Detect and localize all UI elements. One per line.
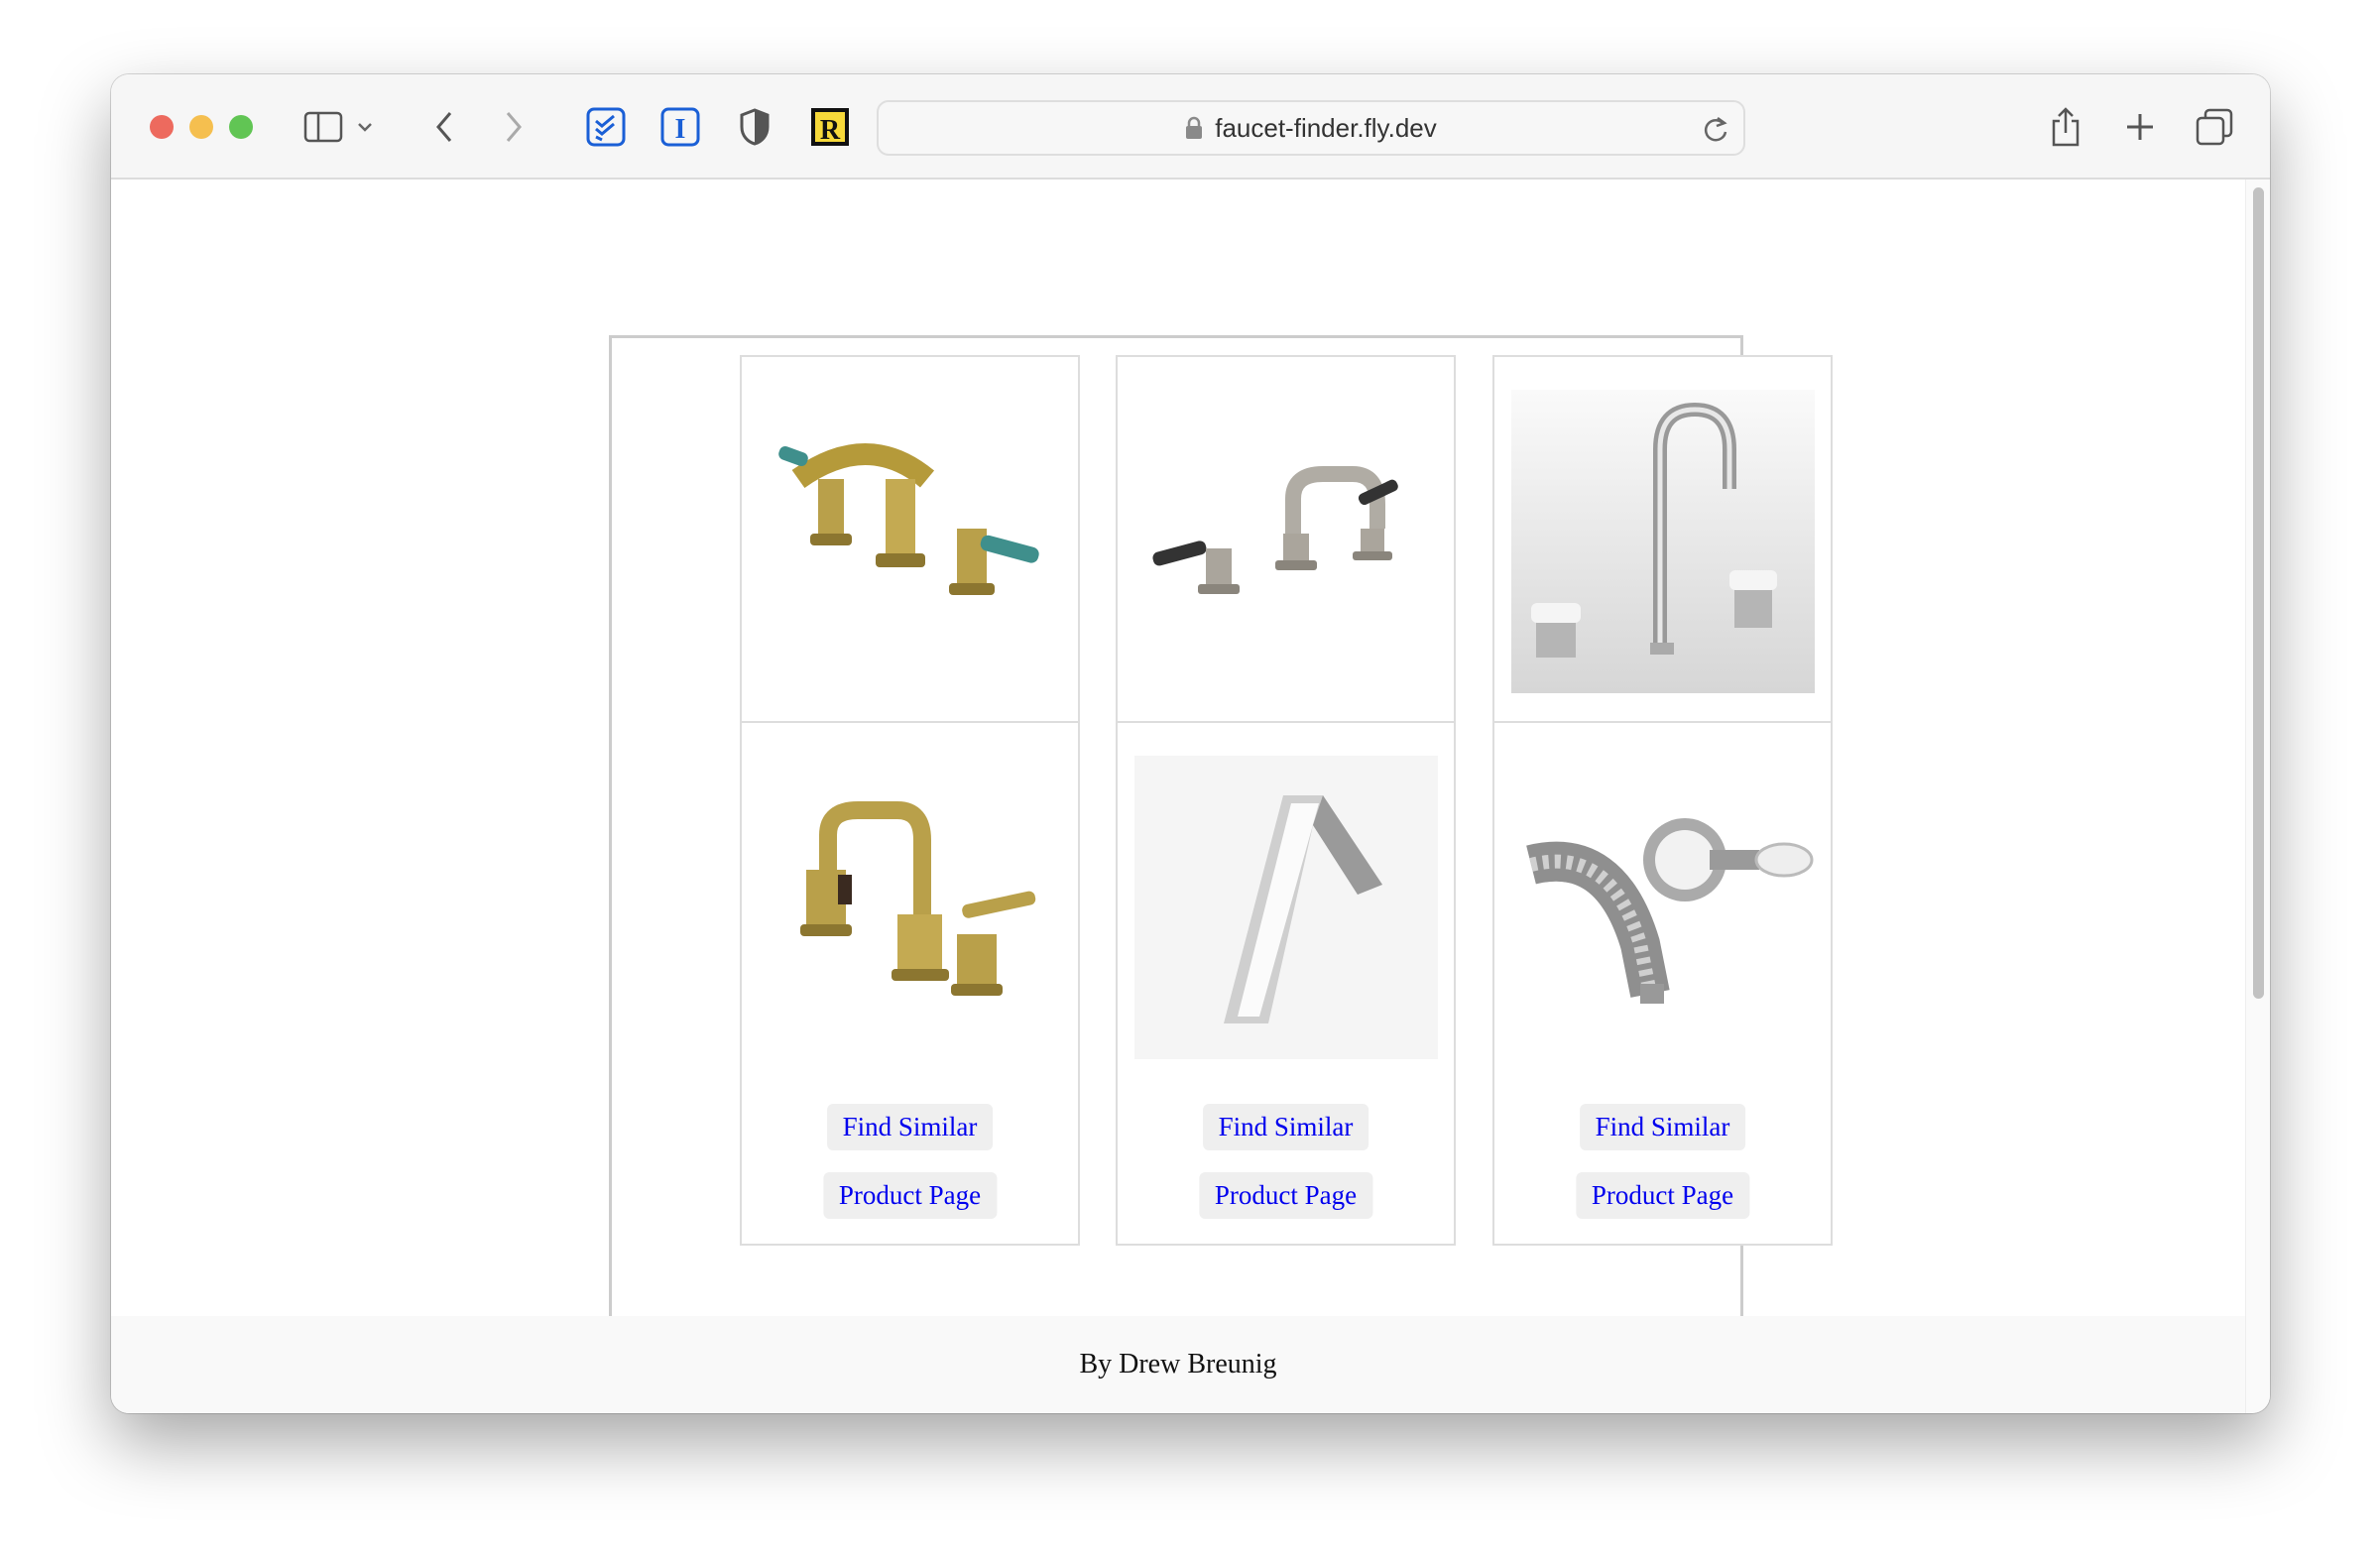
readwise-extension-icon[interactable]: R (809, 106, 851, 148)
footer-text: By Drew Breunig (1079, 1349, 1277, 1380)
zoom-window-button[interactable] (229, 115, 253, 139)
tab-overview-icon[interactable] (2194, 106, 2235, 148)
page-content: Find Similar Product Page Find Similar P… (111, 180, 2245, 1347)
scrollbar[interactable] (2245, 180, 2270, 1413)
back-icon[interactable] (423, 106, 465, 148)
product-card: Find Similar Product Page (740, 721, 1080, 1246)
product-page-button[interactable]: Product Page (1575, 1172, 1750, 1219)
find-similar-button[interactable]: Find Similar (1202, 1104, 1369, 1150)
product-image (1511, 390, 1815, 693)
find-similar-button[interactable]: Find Similar (826, 1104, 994, 1150)
product-image (759, 756, 1062, 1059)
lock-icon (1186, 116, 1203, 139)
footer: By Drew Breunig (111, 1316, 2245, 1413)
checklist-extension-icon[interactable] (585, 106, 627, 148)
close-window-button[interactable] (150, 115, 174, 139)
svg-text:R: R (820, 115, 841, 146)
product-image (1134, 756, 1438, 1059)
browser-window: I R faucet-finder.fly.dev Find Similar P… (111, 74, 2270, 1413)
sidebar-icon[interactable] (302, 106, 344, 148)
browser-toolbar: I R faucet-finder.fly.dev (111, 74, 2270, 180)
forward-icon[interactable] (493, 106, 535, 148)
instapaper-extension-icon[interactable]: I (659, 106, 701, 148)
address-bar[interactable]: faucet-finder.fly.dev (877, 100, 1745, 156)
product-card: Find Similar Product Page (1492, 721, 1833, 1246)
product-image (1134, 390, 1438, 693)
minimize-window-button[interactable] (189, 115, 213, 139)
product-card: Find Similar Product Page (1116, 721, 1456, 1246)
new-tab-icon[interactable] (2119, 106, 2161, 148)
product-page-button[interactable]: Product Page (1198, 1172, 1373, 1219)
url-text: faucet-finder.fly.dev (1215, 112, 1437, 143)
svg-text:I: I (675, 114, 686, 145)
product-image (1511, 756, 1815, 1059)
share-icon[interactable] (2045, 106, 2086, 148)
shield-extension-icon[interactable] (734, 106, 775, 148)
reload-icon[interactable] (1702, 114, 1729, 144)
product-page-button[interactable]: Product Page (822, 1172, 998, 1219)
chevron-down-icon[interactable] (353, 106, 377, 148)
product-grid: Find Similar Product Page Find Similar P… (609, 335, 1833, 1347)
product-image (759, 390, 1062, 693)
find-similar-button[interactable]: Find Similar (1579, 1104, 1746, 1150)
scrollbar-thumb[interactable] (2253, 187, 2264, 999)
